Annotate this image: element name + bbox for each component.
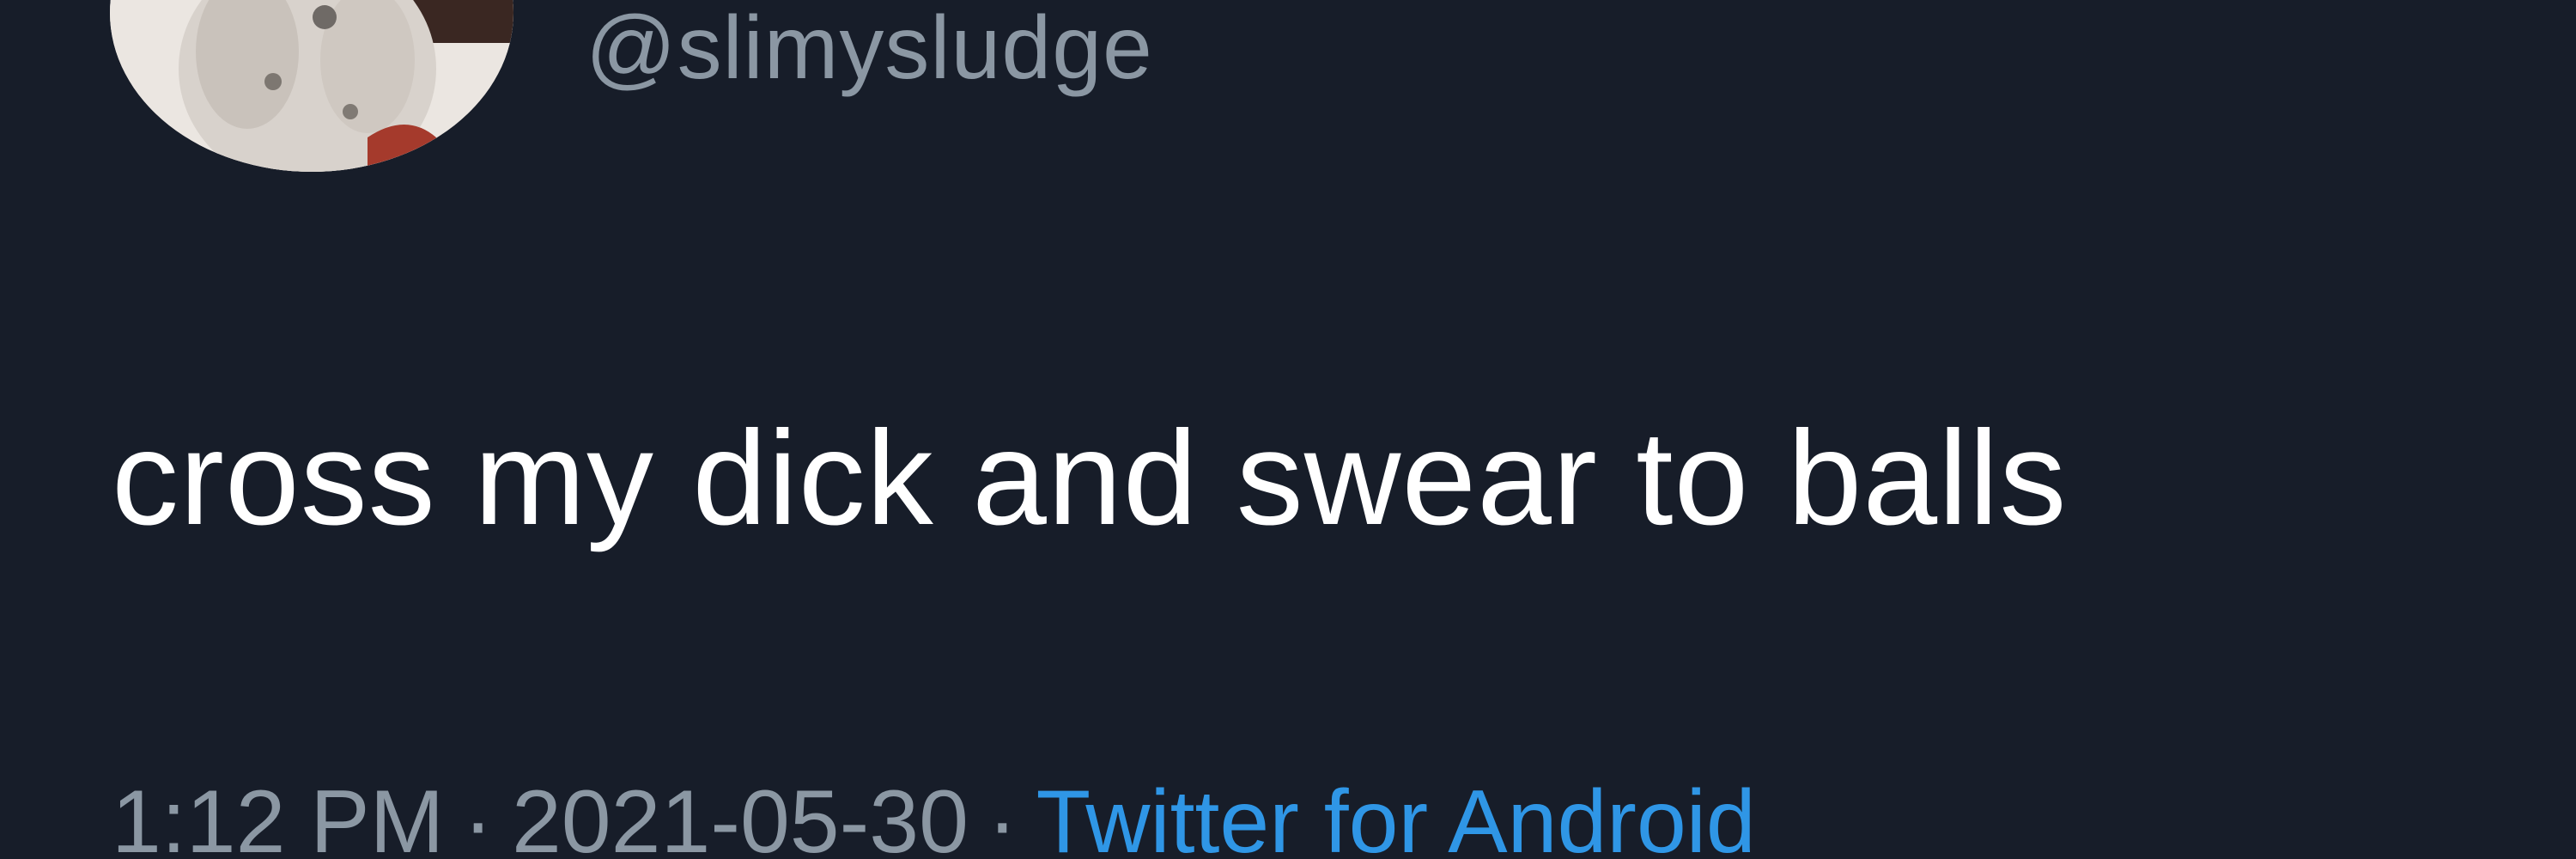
meta-separator: ·: [987, 772, 1018, 859]
tweet-time[interactable]: 1:12 PM: [112, 772, 444, 859]
meta-separator: ·: [463, 772, 493, 859]
tweet-card: @slimysludge cross my dick and swear to …: [0, 0, 2576, 859]
tweet-date[interactable]: 2021-05-30: [512, 772, 969, 859]
tweet-source-link[interactable]: Twitter for Android: [1036, 772, 1756, 859]
avatar[interactable]: [110, 0, 513, 172]
user-handle[interactable]: @slimysludge: [586, 0, 1153, 102]
tweet-text: cross my dick and swear to balls: [112, 404, 2068, 553]
tweet-meta: 1:12 PM · 2021-05-30 · Twitter for Android: [112, 769, 1756, 859]
profile-photo-icon: [110, 0, 513, 172]
